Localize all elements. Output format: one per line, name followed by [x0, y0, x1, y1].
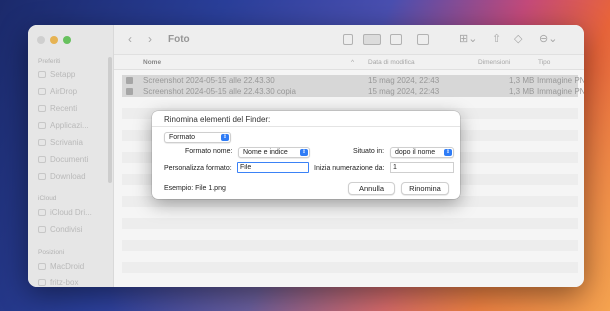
column-header-date[interactable]: Data di modifica [368, 59, 415, 66]
chevron-left-icon[interactable]: ‹ [128, 32, 132, 46]
gallery-view-icon[interactable] [417, 34, 429, 45]
column-header-kind[interactable]: Tipo [538, 59, 550, 66]
app-icon [38, 71, 46, 78]
png-file-icon [126, 88, 133, 95]
airdrop-icon [38, 88, 46, 95]
chevron-right-icon[interactable]: › [148, 32, 152, 46]
download-icon [38, 173, 46, 180]
sidebar: Preferiti Setapp AirDrop Recenti Applica… [28, 25, 114, 287]
sidebar-item-documenti[interactable]: Documenti [38, 155, 88, 164]
sidebar-item-condivisi[interactable]: Condivisi [38, 225, 82, 234]
example-text: Esempio: File 1.png [164, 185, 226, 192]
table-row[interactable]: Screenshot 2024-05-15 alle 22.43.30 copi… [122, 86, 584, 97]
rename-mode-value: Formato [169, 134, 196, 141]
empty-row [122, 240, 578, 251]
sidebar-item-scrivania[interactable]: Scrivania [38, 138, 83, 147]
window-title: Foto [168, 34, 190, 45]
dialog-divider [152, 126, 460, 127]
chevron-updown-icon: ⇕ [444, 149, 452, 156]
minimize-button[interactable] [50, 36, 58, 44]
column-view-icon[interactable] [390, 34, 402, 45]
rename-button[interactable]: Rinomina [401, 182, 449, 195]
shared-folder-icon [38, 226, 46, 233]
sort-chevron-icon: ^ [351, 59, 355, 66]
empty-row [122, 262, 578, 273]
rename-dialog: Rinomina elementi del Finder: Formato ⇕ … [152, 111, 460, 199]
tag-icon[interactable]: ◇ [514, 32, 522, 45]
custom-format-label: Personalizza formato: [164, 165, 232, 172]
format-name-popup[interactable]: Nome e indice ⇕ [238, 147, 310, 158]
empty-row [122, 218, 578, 229]
sidebar-item-download[interactable]: Download [38, 172, 86, 181]
where-value: dopo il nome [395, 149, 436, 156]
dialog-title: Rinomina elementi del Finder: [164, 115, 271, 124]
cloud-icon [38, 209, 46, 216]
sidebar-section-icloud: iCloud [38, 195, 57, 202]
sidebar-item-applicazioni[interactable]: Applicazi... [38, 121, 89, 130]
document-icon [38, 156, 46, 163]
list-header: Nome ^ Data di modifica Dimensioni Tipo [114, 55, 584, 70]
sidebar-section-posizioni: Posizioni [38, 249, 65, 256]
sidebar-scrollbar[interactable] [108, 57, 112, 183]
close-button[interactable] [37, 36, 45, 44]
traffic-lights [37, 36, 71, 44]
format-name-value: Nome e indice [243, 149, 288, 156]
toolbar: ‹ › Foto ⊞⌄ ⇧ ◇ ⊖⌄ ⌕ [114, 25, 584, 55]
sidebar-item-icloud-drive[interactable]: iCloud Dri... [38, 208, 92, 217]
table-row[interactable]: Screenshot 2024-05-15 alle 22.43.30 15 m… [122, 75, 584, 86]
chevron-updown-icon: ⇕ [300, 149, 308, 156]
share-icon[interactable]: ⇧ [492, 32, 501, 45]
sidebar-section-preferiti: Preferiti [38, 58, 61, 65]
more-icon[interactable]: ⊖⌄ [539, 32, 557, 45]
column-header-name[interactable]: Nome [143, 59, 161, 66]
where-label: Situato in: [353, 148, 385, 155]
sidebar-item-recenti[interactable]: Recenti [38, 104, 77, 113]
clock-icon [38, 105, 46, 112]
rename-mode-popup[interactable]: Formato ⇕ [164, 132, 231, 143]
applications-icon [38, 122, 46, 129]
zoom-button[interactable] [63, 36, 71, 44]
chevron-updown-icon: ⇕ [221, 134, 229, 141]
start-numbering-input[interactable] [390, 162, 454, 173]
sidebar-item-setapp[interactable]: Setapp [38, 70, 75, 79]
desktop-icon [38, 139, 46, 146]
group-icon[interactable]: ⊞⌄ [459, 32, 477, 45]
custom-format-input[interactable] [237, 162, 309, 173]
column-header-size[interactable]: Dimensioni [478, 59, 510, 66]
network-icon [38, 279, 46, 286]
cancel-button[interactable]: Annulla [348, 182, 395, 195]
sidebar-item-airdrop[interactable]: AirDrop [38, 87, 77, 96]
start-numbering-label: Inizia numerazione da: [314, 165, 385, 172]
list-view-icon[interactable] [363, 34, 381, 45]
format-name-label: Formato nome: [185, 148, 233, 155]
png-file-icon [126, 77, 133, 84]
sidebar-item-fritz-box[interactable]: fritz-box [38, 278, 78, 287]
sidebar-item-macdroid[interactable]: MacDroid [38, 262, 84, 271]
where-popup[interactable]: dopo il nome ⇕ [390, 147, 454, 158]
icon-view-icon[interactable] [343, 34, 353, 45]
drive-icon [38, 263, 46, 270]
